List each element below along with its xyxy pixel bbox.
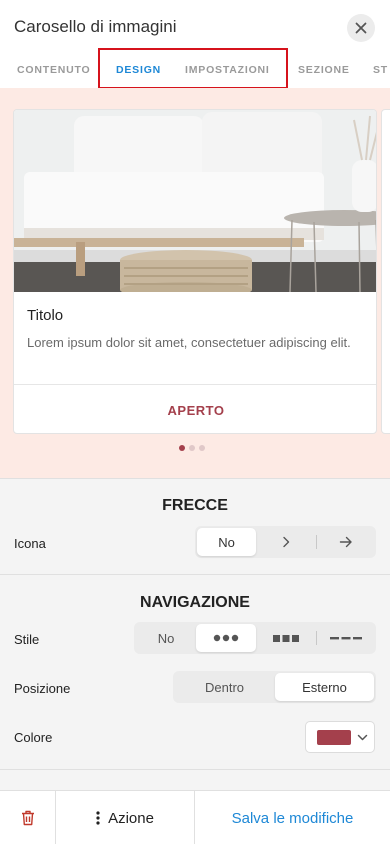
dots-icon (213, 634, 239, 642)
navigation-color-picker[interactable] (305, 721, 375, 753)
arrows-icon-selector: No (195, 526, 376, 558)
navigation-style-selector: No (134, 622, 376, 654)
tab-contenuto[interactable]: CONTENUTO (17, 64, 91, 76)
navigation-position-outside[interactable]: Esterno (275, 673, 374, 701)
arrows-option-none[interactable]: No (197, 528, 256, 556)
navigation-color-label: Colore (14, 730, 53, 745)
arrows-icon-label: Icona (14, 536, 46, 551)
save-button-label: Salva le modifiche (231, 809, 354, 827)
chevron-down-icon (357, 734, 368, 741)
navigation-style-label: Stile (14, 632, 40, 647)
color-swatch (317, 730, 351, 745)
navigation-style-dots[interactable] (196, 624, 256, 652)
navigation-position-selector: Dentro Esterno (173, 671, 376, 703)
close-button[interactable] (347, 14, 375, 42)
card-image (14, 110, 376, 292)
divider (0, 574, 390, 575)
squares-icon (273, 634, 299, 642)
card-divider (14, 384, 376, 385)
navigation-style-none[interactable]: No (136, 624, 196, 652)
page-title: Carosello di immagini (14, 17, 177, 36)
arrows-option-chevron[interactable] (257, 528, 315, 556)
tab-stile[interactable]: ST (373, 64, 388, 76)
divider (0, 478, 390, 479)
arrows-option-arrow[interactable] (317, 528, 374, 556)
tab-highlight-box (98, 48, 288, 89)
card-open-link[interactable]: APERTO (14, 403, 376, 418)
carousel-preview: Titolo Lorem ipsum dolor sit amet, conse… (0, 88, 390, 478)
delete-button[interactable] (0, 791, 55, 844)
action-button[interactable]: Azione (56, 791, 194, 844)
settings-panel: FRECCE Icona No NAVIGAZIONE Stile No Pos… (0, 478, 390, 790)
tab-sezione[interactable]: SEZIONE (298, 64, 350, 76)
dashes-icon (329, 636, 362, 639)
carousel-dot[interactable] (189, 445, 195, 451)
close-icon (355, 22, 367, 34)
arrows-section-title: FRECCE (162, 497, 228, 514)
carousel-next-card[interactable] (381, 109, 390, 434)
card-description: Lorem ipsum dolor sit amet, consectetuer… (27, 335, 351, 350)
modal-header: Carosello di immagini (0, 0, 390, 54)
carousel-dots (179, 445, 205, 451)
navigation-style-squares[interactable] (256, 624, 316, 652)
divider (0, 769, 390, 770)
navigation-position-inside[interactable]: Dentro (175, 673, 274, 701)
arrow-right-icon (339, 536, 352, 548)
carousel-dot[interactable] (199, 445, 205, 451)
navigation-section-title: NAVIGAZIONE (140, 594, 250, 611)
chevron-right-icon (283, 536, 290, 548)
footer-bar: Azione Salva le modifiche (0, 790, 390, 844)
save-button[interactable]: Salva le modifiche (195, 791, 390, 844)
navigation-position-label: Posizione (14, 681, 71, 696)
navigation-style-dashes[interactable] (317, 624, 374, 652)
carousel-card[interactable]: Titolo Lorem ipsum dolor sit amet, conse… (13, 109, 377, 434)
trash-icon (21, 810, 34, 826)
card-title: Titolo (27, 307, 64, 324)
carousel-dot[interactable] (179, 445, 185, 451)
action-button-label: Azione (108, 809, 154, 827)
more-vertical-icon (96, 811, 100, 825)
